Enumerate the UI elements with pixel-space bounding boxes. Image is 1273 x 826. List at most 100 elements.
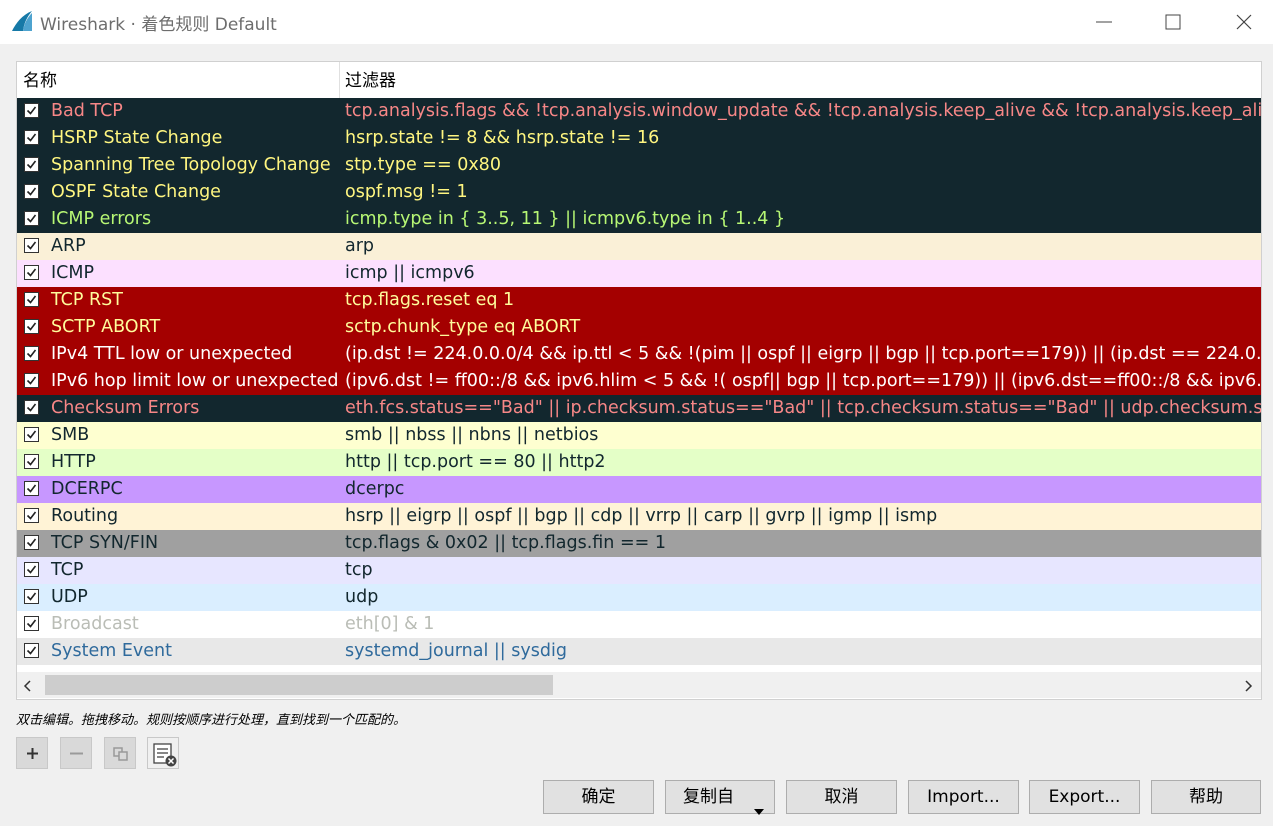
rule-name: SMB (51, 425, 90, 445)
rule-enabled-checkbox[interactable] (24, 238, 39, 253)
rule-enabled-checkbox[interactable] (24, 508, 39, 523)
rule-enabled-checkbox[interactable] (24, 643, 39, 658)
table-row[interactable]: HTTP http || tcp.port == 80 || http2 (17, 449, 1261, 476)
rule-filter: tcp.flags & 0x02 || tcp.flags.fin == 1 (345, 533, 666, 553)
minimize-button[interactable] (1081, 0, 1127, 44)
table-row[interactable]: DCERPC dcerpc (17, 476, 1261, 503)
table-row[interactable]: ARP arp (17, 233, 1261, 260)
scroll-right-icon[interactable] (1243, 678, 1253, 697)
rule-enabled-checkbox[interactable] (24, 562, 39, 577)
scrollbar-thumb[interactable] (45, 675, 553, 695)
rule-name: IPv4 TTL low or unexpected (51, 344, 293, 364)
rule-enabled-checkbox[interactable] (24, 373, 39, 388)
rule-enabled-checkbox[interactable] (24, 616, 39, 631)
column-header-name[interactable]: 名称 (23, 62, 57, 98)
cancel-button[interactable]: 取消 (786, 780, 897, 814)
rule-filter: icmp || icmpv6 (345, 263, 475, 283)
rule-name: IPv6 hop limit low or unexpected (51, 371, 339, 391)
rule-enabled-checkbox[interactable] (24, 157, 39, 172)
table-row[interactable]: System Event systemd_journal || sysdig (17, 638, 1261, 665)
rule-name: TCP SYN/FIN (51, 533, 159, 553)
table-row[interactable]: TCP SYN/FIN tcp.flags & 0x02 || tcp.flags… (17, 530, 1261, 557)
rule-filter: dcerpc (345, 479, 405, 499)
rule-name: UDP (51, 587, 88, 607)
rule-filter: tcp (345, 560, 373, 580)
rule-filter: ospf.msg != 1 (345, 182, 468, 202)
table-row[interactable]: Checksum Errors eth.fcs.status=="Bad" || … (17, 395, 1261, 422)
rule-name: Checksum Errors (51, 398, 200, 418)
rule-enabled-checkbox[interactable] (24, 211, 39, 226)
add-rule-button[interactable] (16, 737, 48, 769)
rule-filter: hsrp || eigrp || ospf || bgp || cdp || v… (345, 506, 938, 526)
copy-from-label: 复制自 (683, 787, 734, 807)
table-row[interactable]: IPv4 TTL low or unexpected (ip.dst != 224… (17, 341, 1261, 368)
table-row[interactable]: ICMP errors icmp.type in { 3..5, 11 } || … (17, 206, 1261, 233)
rule-filter: arp (345, 236, 375, 256)
rule-filter: smb || nbss || nbns || netbios (345, 425, 599, 445)
column-header-filter[interactable]: 过滤器 (345, 62, 396, 98)
table-row[interactable]: HSRP State Change hsrp.state != 8 && hsrp… (17, 125, 1261, 152)
horizontal-scrollbar[interactable] (17, 672, 1261, 698)
rule-filter: hsrp.state != 8 && hsrp.state != 16 (345, 128, 660, 148)
rule-name: HTTP (51, 452, 96, 472)
clear-rules-button[interactable] (147, 737, 179, 769)
rule-filter: eth[0] & 1 (345, 614, 435, 634)
ok-button[interactable]: 确定 (543, 780, 654, 814)
coloring-rules-table[interactable]: 名称 过滤器 Bad TCP tcp.analysis.flags && !tcp… (16, 61, 1262, 700)
rule-enabled-checkbox[interactable] (24, 454, 39, 469)
rule-filter: stp.type == 0x80 (345, 155, 501, 175)
table-row[interactable]: Spanning Tree Topology Change stp.type ==… (17, 152, 1261, 179)
table-row[interactable]: TCP tcp (17, 557, 1261, 584)
title-bar: Wireshark · 着色规则 Default (0, 0, 1273, 44)
table-row[interactable]: TCP RST tcp.flags.reset eq 1 (17, 287, 1261, 314)
rule-name: TCP RST (51, 290, 123, 310)
rule-name: Bad TCP (51, 101, 123, 121)
rule-enabled-checkbox[interactable] (24, 427, 39, 442)
maximize-button[interactable] (1150, 0, 1196, 44)
copy-from-button[interactable]: 复制自 (665, 780, 775, 815)
rule-filter: tcp.flags.reset eq 1 (345, 290, 515, 310)
rule-enabled-checkbox[interactable] (24, 535, 39, 550)
rule-enabled-checkbox[interactable] (24, 292, 39, 307)
rule-name: ICMP errors (51, 209, 152, 229)
table-row[interactable]: SCTP ABORT sctp.chunk_type eq ABORT (17, 314, 1261, 341)
remove-rule-button[interactable] (60, 737, 92, 769)
rule-name: DCERPC (51, 479, 123, 499)
table-row[interactable]: UDP udp (17, 584, 1261, 611)
table-row[interactable]: Broadcast eth[0] & 1 (17, 611, 1261, 638)
copy-rule-button[interactable] (104, 737, 136, 769)
close-button[interactable] (1221, 0, 1267, 44)
table-row[interactable]: Routing hsrp || eigrp || ospf || bgp || c… (17, 503, 1261, 530)
rule-name: Spanning Tree Topology Change (51, 155, 331, 175)
rule-enabled-checkbox[interactable] (24, 589, 39, 604)
import-button[interactable]: Import... (908, 780, 1019, 814)
rule-filter: icmp.type in { 3..5, 11 } || icmpv6.type… (345, 209, 786, 229)
help-button[interactable]: 帮助 (1151, 780, 1261, 814)
rule-enabled-checkbox[interactable] (24, 103, 39, 118)
rule-name: ICMP (51, 263, 95, 283)
rule-enabled-checkbox[interactable] (24, 481, 39, 496)
rule-filter: systemd_journal || sysdig (345, 641, 567, 661)
window-title: Wireshark · 着色规则 Default (40, 15, 277, 35)
rule-name: TCP (51, 560, 84, 580)
rule-enabled-checkbox[interactable] (24, 346, 39, 361)
rule-enabled-checkbox[interactable] (24, 184, 39, 199)
rule-name: Routing (51, 506, 119, 526)
rule-name: OSPF State Change (51, 182, 221, 202)
dropdown-arrow-icon (754, 794, 764, 826)
rule-enabled-checkbox[interactable] (24, 265, 39, 280)
table-row[interactable]: Bad TCP tcp.analysis.flags && !tcp.analys… (17, 98, 1261, 125)
rule-enabled-checkbox[interactable] (24, 130, 39, 145)
rule-filter: (ipv6.dst != ff00::/8 && ipv6.hlim < 5 &… (345, 371, 1261, 391)
table-row[interactable]: ICMP icmp || icmpv6 (17, 260, 1261, 287)
table-row[interactable]: SMB smb || nbss || nbns || netbios (17, 422, 1261, 449)
column-divider[interactable] (339, 62, 340, 98)
rule-filter: eth.fcs.status=="Bad" || ip.checksum.sta… (345, 398, 1261, 418)
rule-enabled-checkbox[interactable] (24, 319, 39, 334)
export-button[interactable]: Export... (1029, 780, 1140, 814)
rule-enabled-checkbox[interactable] (24, 400, 39, 415)
table-row[interactable]: OSPF State Change ospf.msg != 1 (17, 179, 1261, 206)
table-row[interactable]: IPv6 hop limit low or unexpected (ipv6.ds… (17, 368, 1261, 395)
scroll-left-icon[interactable] (23, 678, 33, 697)
rule-name: System Event (51, 641, 172, 661)
